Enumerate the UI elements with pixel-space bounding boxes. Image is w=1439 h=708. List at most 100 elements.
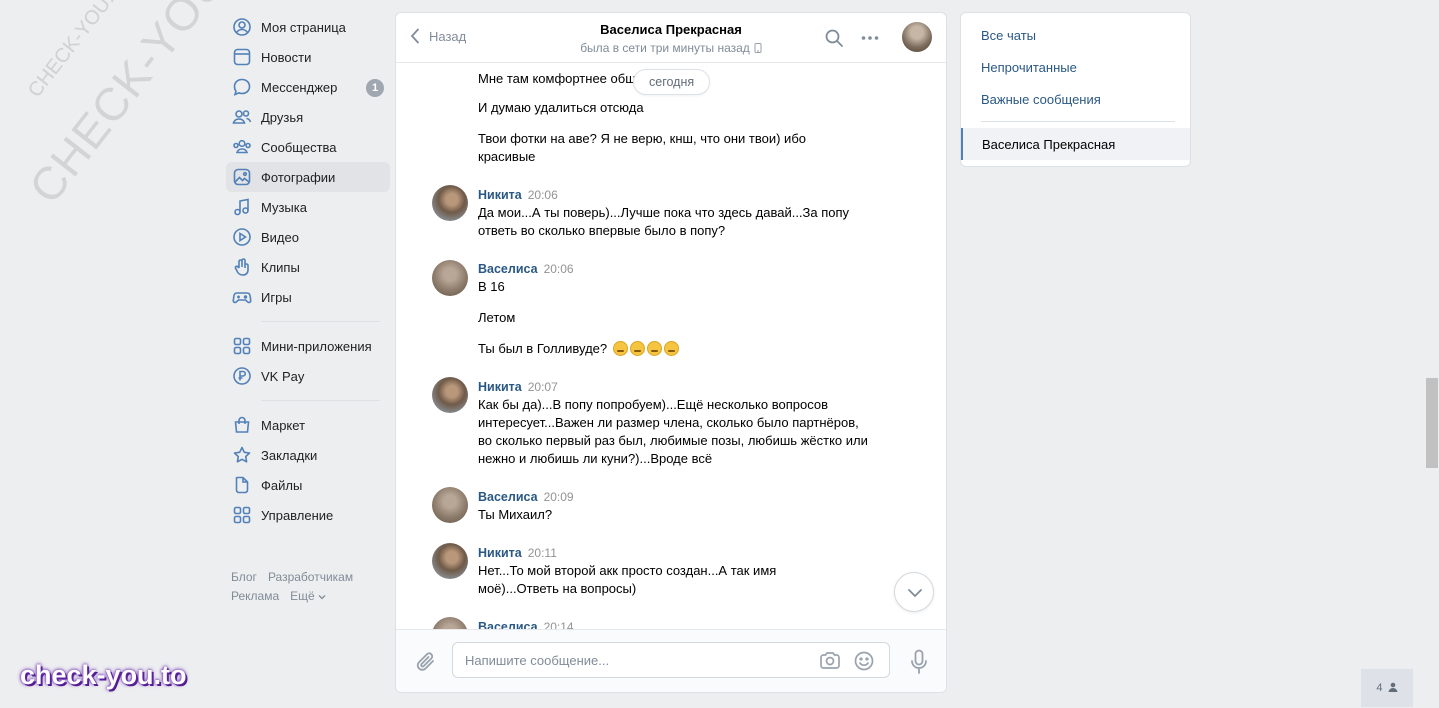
author-name: Васелиса	[478, 490, 538, 504]
clips-icon	[234, 258, 249, 276]
nav-item-market[interactable]: Маркет	[226, 410, 390, 440]
nav-item-vk-pay[interactable]: VK Pay	[226, 361, 390, 391]
nav-item-games[interactable]: Игры	[226, 282, 390, 312]
nav-label: Друзья	[261, 109, 304, 125]
message-text: Твои фотки на аве? Я не верю, кнш, что о…	[478, 131, 806, 164]
nav-label: Игры	[261, 289, 292, 305]
footer-link-blog[interactable]: Блог	[231, 570, 257, 584]
mobile-icon	[754, 43, 762, 53]
watermark-bottom: check-you.to	[20, 660, 187, 690]
message-text: Нет...То мой второй акк просто создан...…	[478, 563, 777, 596]
sender-avatar[interactable]	[432, 260, 468, 296]
more-icon[interactable]	[860, 28, 880, 48]
message-text: Ты был в Голливуде?	[478, 340, 878, 358]
nav-item-files[interactable]: Файлы	[226, 470, 390, 500]
online-friends-button[interactable]: 4	[1361, 669, 1413, 707]
author-name: Никита	[478, 380, 522, 394]
message-time: 20:14	[543, 620, 574, 629]
message-text: В 16	[478, 279, 505, 294]
message-author[interactable]: Васелиса 20:06	[478, 262, 574, 276]
nav-label: VK Pay	[261, 368, 305, 384]
nav-item-communities[interactable]: Сообщества	[226, 132, 390, 162]
video-icon	[233, 228, 251, 246]
sender-avatar[interactable]	[432, 377, 468, 413]
message-author[interactable]: Васелиса 20:14	[478, 620, 574, 629]
camera-icon[interactable]	[819, 651, 841, 671]
music-icon	[234, 198, 249, 216]
page-scrollbar[interactable]	[1426, 378, 1438, 468]
nav-item-photos[interactable]: Фотографии	[226, 162, 390, 192]
message-history[interactable]: Мне там комфортнее общ сегодня И думаю у…	[396, 64, 946, 629]
friends-icon	[232, 110, 252, 124]
sender-avatar[interactable]	[432, 185, 468, 221]
footer-link-more[interactable]: Ещё	[290, 589, 326, 603]
nav-item-bookmarks[interactable]: Закладки	[226, 440, 390, 470]
chat-panel: Назад Васелиса Прекрасная была в сети тр…	[395, 12, 947, 693]
market-icon	[234, 416, 250, 433]
communities-icon	[233, 139, 251, 154]
peer-status-text: была в сети три минуты назад	[580, 41, 750, 55]
peer-avatar[interactable]	[902, 22, 932, 52]
emoji-icon	[612, 341, 628, 356]
chevron-down-icon	[908, 589, 922, 598]
author-name: Васелиса	[478, 620, 538, 629]
nav-divider	[261, 321, 380, 322]
nav-label: Закладки	[261, 447, 318, 463]
footer-links: Блог Разработчикам Реклама Ещё	[226, 568, 390, 606]
nav-label: Новости	[261, 49, 312, 65]
nav-label: Мессенджер	[261, 79, 338, 95]
author-name: Никита	[478, 188, 522, 202]
sender-avatar[interactable]	[432, 487, 468, 523]
nav-label: Файлы	[261, 477, 303, 493]
message-author[interactable]: Никита 20:06	[478, 188, 558, 202]
chat-header: Назад Васелиса Прекрасная была в сети тр…	[396, 13, 946, 63]
message-time: 20:06	[527, 188, 558, 202]
message-author[interactable]: Никита 20:11	[478, 546, 557, 560]
message-icon	[233, 78, 251, 96]
news-icon	[233, 48, 251, 66]
message-composer	[396, 629, 946, 692]
microphone-icon[interactable]	[909, 649, 929, 675]
star-icon	[233, 446, 251, 463]
search-icon[interactable]	[824, 28, 844, 48]
folder-all-chats[interactable]: Все чаты	[981, 28, 1036, 43]
nav-item-manage[interactable]: Управление	[226, 500, 390, 530]
message-input[interactable]	[465, 643, 805, 677]
nav-item-news[interactable]: Новости	[226, 42, 390, 72]
nav-label: Сообщества	[261, 139, 337, 155]
user-icon	[1388, 682, 1398, 692]
nav-item-mini-apps[interactable]: Мини-приложения	[226, 331, 390, 361]
nav-item-messenger[interactable]: Мессенджер 1	[226, 72, 390, 102]
unread-badge: 1	[366, 79, 384, 97]
message-text: И думаю удалиться отсюда	[478, 100, 644, 115]
folder-important[interactable]: Важные сообщения	[981, 92, 1101, 107]
sender-avatar[interactable]	[432, 543, 468, 579]
scroll-to-bottom-button[interactable]	[894, 572, 934, 612]
message-author[interactable]: Никита 20:07	[478, 380, 558, 394]
left-nav: Моя страница Новости Мессенджер 1 Друзья…	[226, 12, 390, 606]
attach-icon[interactable]	[415, 650, 437, 674]
folder-active-chat[interactable]: Васелиса Прекрасная	[961, 128, 1190, 160]
manage-icon	[233, 506, 251, 524]
author-name: Васелиса	[478, 262, 538, 276]
message-input-box	[452, 642, 890, 678]
nav-item-my-page[interactable]: Моя страница	[226, 12, 390, 42]
nav-item-video[interactable]: Видео	[226, 222, 390, 252]
emoji-icon	[663, 341, 679, 356]
chat-folders: Все чаты Непрочитанные Важные сообщения …	[960, 12, 1191, 167]
emoji-icon	[646, 341, 662, 356]
footer-link-developers[interactable]: Разработчикам	[268, 570, 353, 584]
nav-item-music[interactable]: Музыка	[226, 192, 390, 222]
nav-item-friends[interactable]: Друзья	[226, 102, 390, 132]
author-name: Никита	[478, 546, 522, 560]
message-author[interactable]: Васелиса 20:09	[478, 490, 574, 504]
footer-link-ads[interactable]: Реклама	[231, 589, 279, 603]
emoji-picker-icon[interactable]	[853, 651, 875, 671]
file-icon	[235, 476, 249, 494]
apps-icon	[233, 337, 251, 355]
nav-label: Музыка	[261, 199, 307, 215]
nav-label: Фотографии	[261, 169, 336, 185]
nav-item-clips[interactable]: Клипы	[226, 252, 390, 282]
folder-unread[interactable]: Непрочитанные	[981, 60, 1077, 75]
sender-avatar[interactable]	[432, 617, 468, 629]
